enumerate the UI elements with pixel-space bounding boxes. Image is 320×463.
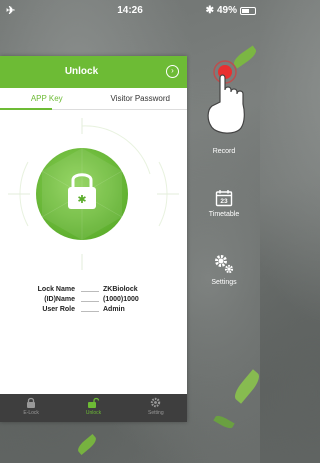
record-label: Record — [212, 148, 236, 155]
nav-e-lock-label: E-Lock — [23, 410, 39, 416]
id-name-value: (1000)1000 — [103, 296, 139, 303]
leaf-decoration — [231, 369, 263, 404]
unlock-panel: Unlock › APP Key Visitor Password ✱ Lock… — [0, 56, 187, 422]
leaf-decoration — [75, 433, 99, 456]
timetable-menu-item[interactable]: 23 Timetable — [196, 189, 252, 218]
nav-e-lock[interactable]: E-Lock — [0, 394, 62, 422]
lock-info: Lock Name ZKBiolock (ID)Name (1000)1000 … — [0, 286, 187, 316]
user-role-label: User Role — [42, 306, 75, 313]
page-title: Unlock — [64, 66, 99, 77]
divider — [81, 291, 99, 292]
id-name-label: (ID)Name — [44, 296, 75, 303]
lock-name-label: Lock Name — [37, 286, 75, 293]
calendar-date: 23 — [220, 198, 228, 205]
nav-setting[interactable]: Setting — [125, 394, 187, 422]
tab-app-key[interactable]: APP Key — [0, 88, 94, 109]
record-menu-item[interactable]: Record — [196, 148, 252, 155]
lock-info-row: (ID)Name (1000)1000 — [0, 296, 187, 306]
calendar-icon: 23 — [215, 190, 233, 207]
divider — [81, 311, 99, 312]
lock-icon — [27, 397, 36, 408]
bluetooth-icon: ✱ — [205, 5, 214, 16]
divider — [81, 301, 99, 302]
timetable-label: Timetable — [208, 211, 240, 218]
svg-text:✱: ✱ — [77, 193, 86, 206]
gear-icon — [151, 397, 161, 408]
lock-info-row: User Role Admin — [0, 306, 187, 316]
unlock-icon — [88, 397, 100, 408]
gears-icon — [215, 255, 234, 274]
battery-percent: 49% — [216, 5, 237, 16]
battery-icon — [240, 6, 256, 15]
lock-name-value: ZKBiolock — [103, 286, 138, 293]
tab-visitor-password[interactable]: Visitor Password — [94, 88, 188, 109]
lock-info-row: Lock Name ZKBiolock — [0, 286, 187, 296]
settings-label: Settings — [211, 279, 237, 286]
unlock-button[interactable]: ✱ — [0, 116, 187, 276]
tab-bar: APP Key Visitor Password — [0, 88, 187, 110]
nav-unlock[interactable]: Unlock — [62, 394, 124, 422]
leaf-decoration — [213, 413, 235, 431]
tap-hand-icon — [207, 60, 245, 134]
bottom-nav: E-Lock Unlock Setting — [0, 394, 187, 422]
status-bar: ✈ 14:26 ✱ 49% — [0, 0, 260, 20]
settings-menu-item[interactable]: Settings — [196, 253, 252, 286]
close-circle-icon[interactable]: › — [166, 65, 179, 78]
nav-unlock-label: Unlock — [85, 410, 102, 416]
nav-setting-label: Setting — [148, 410, 164, 416]
top-bar: Unlock › — [0, 56, 187, 88]
tab-indicator — [0, 108, 52, 110]
status-right: ✱ 49% — [206, 5, 256, 16]
user-role-value: Admin — [103, 306, 125, 313]
